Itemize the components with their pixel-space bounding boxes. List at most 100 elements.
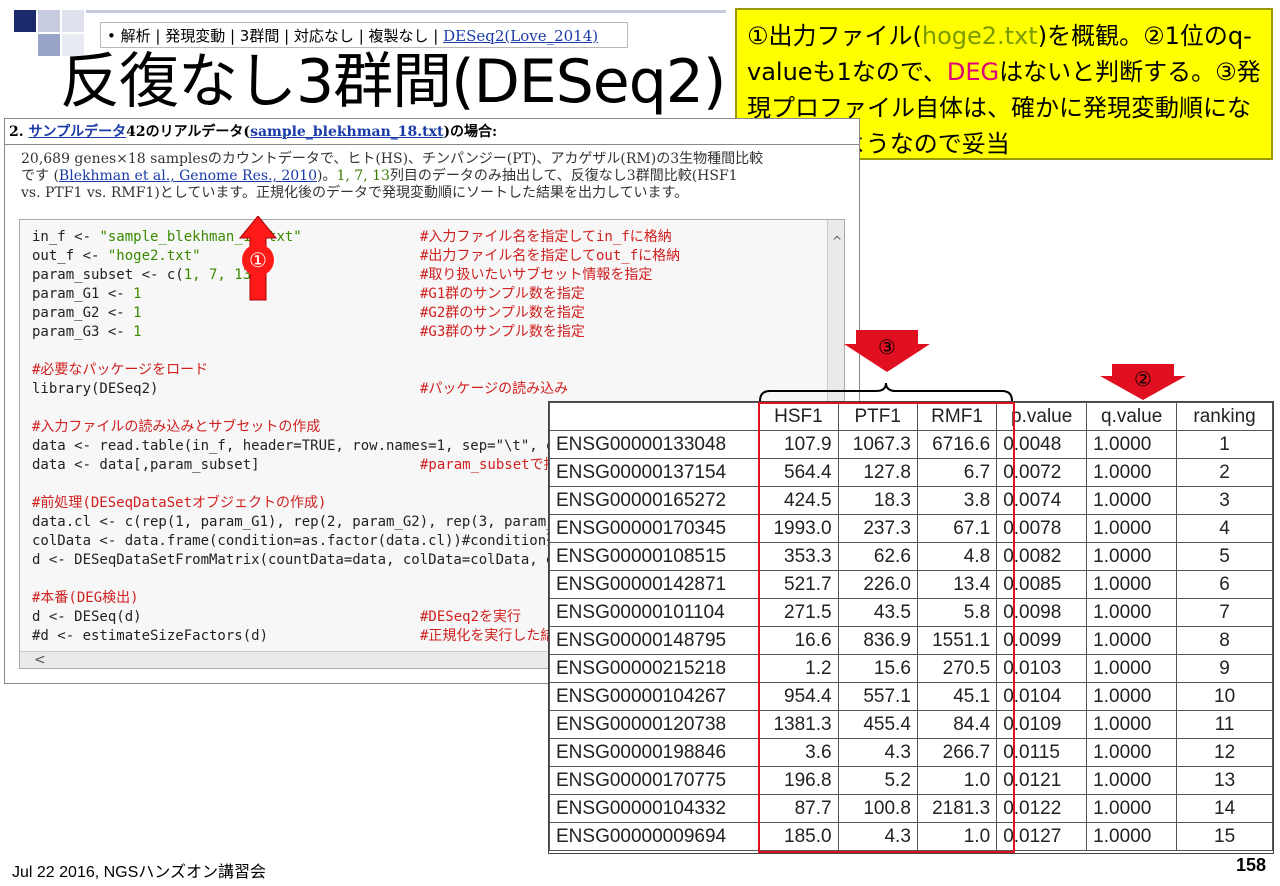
header-blank	[548, 402, 760, 431]
desc-text: です (	[21, 168, 59, 184]
code-comment: #必要なパッケージをロード	[32, 362, 209, 378]
gene-id-cell: ENSG00000104267	[548, 682, 760, 711]
value-cell: 3	[1176, 486, 1273, 515]
value-cell: 2	[1176, 458, 1273, 487]
value-cell: 1.0000	[1086, 794, 1178, 823]
value-cell: 1.0000	[1086, 822, 1178, 851]
code-text: d <- DESeq(d)	[32, 609, 142, 625]
code-text: param_G2 <-	[32, 305, 134, 321]
value-cell: 11	[1176, 710, 1273, 739]
marker-2-arrow: ②	[1100, 364, 1186, 400]
sample-data-link[interactable]: サンプルデータ	[29, 124, 127, 140]
callout-text-1: ①出力ファイル(	[747, 22, 922, 50]
value-cell: 5	[1176, 542, 1273, 571]
gene-id-cell: ENSG00000198846	[548, 738, 760, 767]
column-header: q.value	[1086, 402, 1178, 431]
scroll-up-icon[interactable]: ^	[832, 234, 842, 248]
value-cell: 7	[1176, 598, 1273, 627]
column-numbers: 1, 7, 13	[336, 168, 390, 184]
desc-line-1: 20,689 genes×18 samplesのカウントデータで、ヒト(HS)、…	[21, 151, 764, 167]
code-line: out_f <- "hoge2.txt"	[32, 247, 201, 266]
highlight-box	[758, 402, 1015, 853]
desc-line-3: vs. PTF1 vs. RMF1)としています。正規化後のデータで発現変動順に…	[21, 185, 689, 201]
code-inline-comment: #取り扱いたいサブセット情報を指定	[420, 267, 653, 283]
gene-id-cell: ENSG00000165272	[548, 486, 760, 515]
value-cell: 1.0000	[1086, 486, 1178, 515]
code-string: 1	[133, 286, 142, 302]
slide-title: 反復なし3群間(DESeq2)	[60, 47, 726, 117]
code-string: 1	[133, 305, 142, 321]
code-text: in_f <-	[32, 229, 100, 245]
desc-line-2: です (Blekhman et al., Genome Res., 2010)。…	[21, 168, 851, 185]
marker-3-label: ③	[878, 335, 896, 359]
value-cell: 1.0000	[1086, 542, 1178, 571]
code-line: param_G3 <- 1	[32, 323, 142, 342]
value-cell: 1.0000	[1086, 710, 1178, 739]
value-cell: 1.0000	[1086, 514, 1178, 543]
scroll-left-icon[interactable]: <	[34, 652, 46, 668]
gene-id-cell: ENSG00000133048	[548, 430, 760, 459]
gene-id-cell: ENSG00000120738	[548, 710, 760, 739]
heading-text: 42のリアルデータ(	[126, 124, 251, 140]
code-text: #d <- estimateSizeFactors(d)	[32, 628, 269, 644]
code-comment: #本番(DEG検出)	[32, 590, 139, 606]
code-line: param_G2 <- 1	[32, 304, 142, 323]
code-inline-comment: #パッケージの読み込み	[420, 381, 569, 397]
value-cell: 15	[1176, 822, 1273, 851]
code-line: #d <- estimateSizeFactors(d)	[32, 627, 268, 646]
value-cell: 12	[1176, 738, 1273, 767]
code-inline-comment: #G2群のサンプル数を指定	[420, 305, 585, 321]
value-cell: 1.0000	[1086, 738, 1178, 767]
sample-file-link[interactable]: sample_blekhman_18.txt	[250, 124, 443, 140]
value-cell: 9	[1176, 654, 1273, 683]
value-cell: 1.0000	[1086, 598, 1178, 627]
code-text: library(DESeq2)	[32, 381, 159, 397]
value-cell: 1	[1176, 430, 1273, 459]
code-line: param_G1 <- 1	[32, 285, 142, 304]
value-cell: 14	[1176, 794, 1273, 823]
gene-id-cell: ENSG00000170775	[548, 766, 760, 795]
code-text: param_subset <- c(	[32, 267, 184, 283]
heading-end: )の場合:	[443, 124, 498, 140]
gene-id-cell: ENSG00000142871	[548, 570, 760, 599]
column-brace	[759, 383, 1013, 402]
value-cell: 1.0000	[1086, 430, 1178, 459]
citation-link[interactable]: Blekhman et al., Genome Res., 2010	[59, 168, 317, 184]
code-string: 1	[133, 324, 142, 340]
gene-id-cell: ENSG00000170345	[548, 514, 760, 543]
desc-text: )。	[317, 168, 337, 184]
code-inline-comment: #出力ファイル名を指定してout_fに格納	[420, 248, 681, 264]
code-line: data.cl <- c(rep(1, param_G1), rep(2, pa…	[32, 513, 588, 532]
value-cell: 8	[1176, 626, 1273, 655]
marker-3-arrow: ③	[844, 330, 930, 372]
value-cell: 13	[1176, 766, 1273, 795]
code-comment: #入力ファイルの読み込みとサブセットの作成	[32, 419, 321, 435]
panel-description: 20,689 genes×18 samplesのカウントデータで、ヒト(HS)、…	[21, 151, 851, 202]
gene-id-cell: ENSG00000101104	[548, 598, 760, 627]
value-cell: 1.0000	[1086, 626, 1178, 655]
desc-text: 列目のデータのみ抽出して、反復なし3群間比較(HSF1	[389, 168, 738, 184]
gene-id-cell: ENSG00000104332	[548, 794, 760, 823]
marker-1: ①	[242, 244, 274, 276]
code-inline-comment: #DESeq2を実行	[420, 609, 522, 625]
code-line: d <- DESeq(d)	[32, 608, 142, 627]
code-string: "hoge2.txt"	[107, 248, 201, 264]
column-header: ranking	[1176, 402, 1273, 431]
gene-id-cell: ENSG00000009694	[548, 822, 760, 851]
gene-id-cell: ENSG00000137154	[548, 458, 760, 487]
marker-2-label: ②	[1134, 367, 1152, 391]
code-line: param_subset <- c(1, 7, 13)	[32, 266, 260, 285]
gene-id-cell: ENSG00000148795	[548, 626, 760, 655]
heading-number: 2.	[9, 124, 29, 140]
code-text: data <- read.table(in_f, header=TRUE, ro…	[32, 438, 623, 454]
code-text: data.cl <- c(rep(1, param_G1), rep(2, pa…	[32, 514, 589, 530]
code-inline-comment: #G3群のサンプル数を指定	[420, 324, 585, 340]
value-cell: 10	[1176, 682, 1273, 711]
callout-filename: hoge2.txt	[921, 22, 1038, 50]
code-comment: #前処理(DESeqDataSetオブジェクトの作成)	[32, 495, 327, 511]
gene-id-cell: ENSG00000215218	[548, 654, 760, 683]
gene-id-cell: ENSG00000108515	[548, 542, 760, 571]
code-line: data <- data[,param_subset]	[32, 456, 260, 475]
code-text: param_G3 <-	[32, 324, 134, 340]
value-cell: 1.0000	[1086, 766, 1178, 795]
